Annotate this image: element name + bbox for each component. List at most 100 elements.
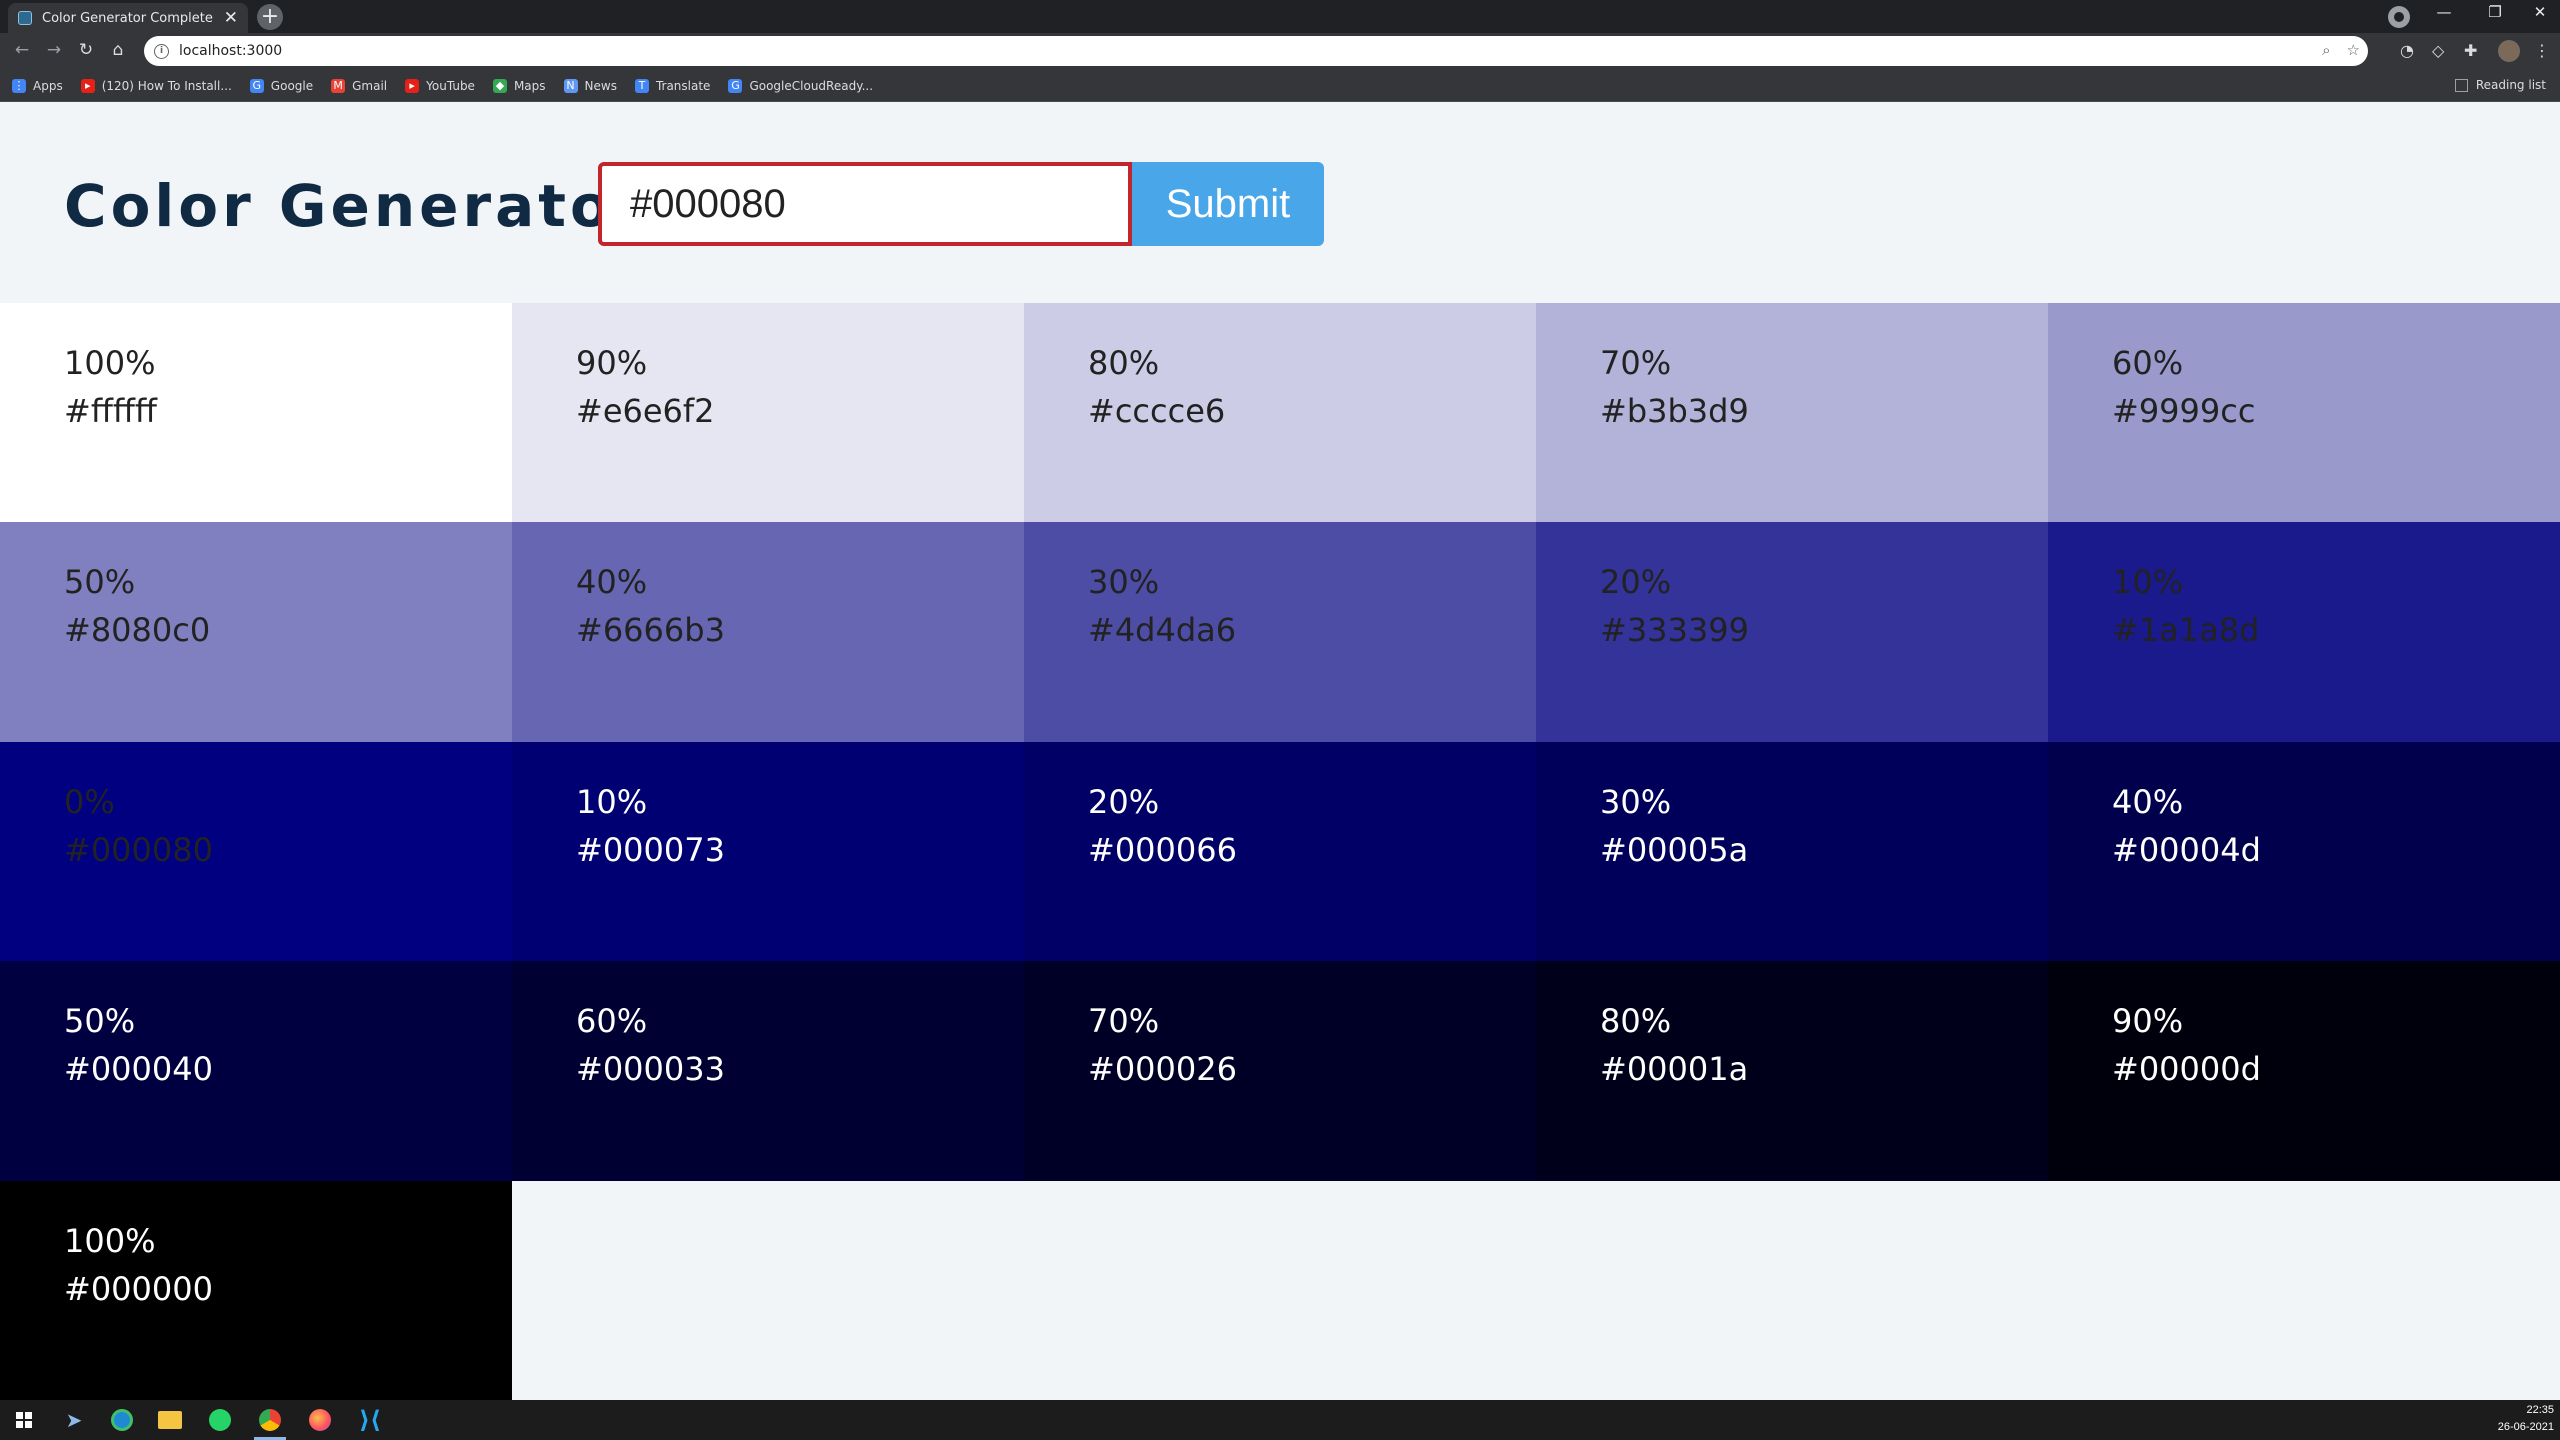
news-icon: N — [563, 78, 578, 93]
color-swatch[interactable]: 60% #9999cc — [2048, 303, 2560, 523]
swatch-percent: 40% — [2112, 782, 2184, 821]
swatch-percent: 20% — [1088, 782, 1160, 821]
new-tab-button[interactable]: + — [257, 4, 283, 30]
reading-list-button[interactable]: Reading list — [2454, 78, 2546, 92]
swatch-hex: #4d4da6 — [1088, 611, 1237, 650]
swatch-hex: #000073 — [576, 830, 725, 869]
swatch-percent: 0% — [64, 782, 115, 821]
bookmark-translate[interactable]: T Translate — [634, 78, 710, 93]
site-info-icon[interactable]: i — [154, 43, 169, 59]
swatch-hex: #000080 — [64, 830, 213, 869]
extension-icon[interactable]: ◔ — [2400, 41, 2414, 60]
swatch-percent: 50% — [64, 563, 136, 602]
swatch-hex: #000033 — [576, 1050, 725, 1089]
shield-icon[interactable]: ◇ — [2432, 41, 2444, 60]
bookmark-googlecloudready[interactable]: G GoogleCloudReady... — [728, 78, 873, 93]
clock-time: 22:35 — [2526, 1404, 2554, 1416]
restore-button[interactable]: ❐ — [2475, 3, 2515, 21]
bookmark-youtube[interactable]: ▸ YouTube — [405, 78, 475, 93]
swatch-percent: 10% — [576, 782, 648, 821]
home-icon[interactable]: ⌂ — [106, 40, 130, 60]
system-clock[interactable]: 22:35 26-06-2021 — [2498, 1402, 2554, 1436]
color-swatch[interactable]: 80% #cccce6 — [1024, 303, 1536, 523]
bookmarks-bar: ⋮ Apps ▸ (120) How To Install... G Googl… — [0, 70, 2560, 102]
url-text: localhost:3000 — [179, 43, 283, 59]
page-title: Color Generator — [64, 172, 647, 240]
file-explorer-icon[interactable] — [146, 1400, 194, 1440]
whatsapp-icon[interactable] — [196, 1400, 244, 1440]
color-input[interactable] — [598, 162, 1132, 246]
color-swatch[interactable]: 30% #00005a — [1536, 741, 2048, 962]
color-swatch[interactable]: 40% #00004d — [2048, 741, 2560, 962]
bookmark-news[interactable]: N News — [563, 78, 617, 93]
swatch-hex: #000026 — [1088, 1050, 1237, 1089]
swatch-hex: #000040 — [64, 1050, 213, 1089]
color-swatch[interactable]: 10% #1a1a8d — [2048, 522, 2560, 742]
forward-icon[interactable]: → — [42, 40, 66, 60]
color-swatch[interactable]: 60% #000033 — [512, 961, 1024, 1181]
address-bar[interactable]: i localhost:3000 ⌕ ☆ — [144, 36, 2368, 66]
color-swatch[interactable]: 70% #000026 — [1024, 961, 1536, 1181]
color-swatch[interactable]: 70% #b3b3d9 — [1536, 303, 2048, 523]
color-swatch[interactable]: 80% #00001a — [1536, 961, 2048, 1181]
google-icon: G — [249, 78, 264, 93]
swatch-hex: #e6e6f2 — [576, 392, 715, 430]
swatch-hex: #cccce6 — [1088, 392, 1226, 430]
swatch-percent: 20% — [1600, 563, 1672, 602]
color-swatch[interactable]: 100% #ffffff — [0, 303, 512, 523]
minimize-button[interactable]: — — [2424, 3, 2464, 21]
chrome-profile-icon[interactable] — [2388, 6, 2410, 28]
apps-grid-icon: ⋮ — [12, 78, 26, 93]
color-swatch[interactable]: 90% #e6e6f2 — [512, 303, 1024, 523]
gmail-icon: M — [331, 78, 346, 93]
color-swatch[interactable]: 50% #8080c0 — [0, 522, 512, 742]
close-window-button[interactable]: ✕ — [2520, 3, 2560, 21]
puzzle-extensions-icon[interactable]: ✚ — [2464, 41, 2477, 60]
swatch-hex: #000066 — [1088, 830, 1237, 869]
color-swatch[interactable]: 20% #333399 — [1536, 522, 2048, 742]
color-swatch[interactable]: 90% #00000d — [2048, 961, 2560, 1181]
chrome-icon[interactable] — [246, 1400, 294, 1440]
swatch-percent: 100% — [64, 344, 156, 382]
tab-favicon-icon — [18, 11, 32, 25]
bookmark-apps[interactable]: ⋮ Apps — [12, 78, 63, 93]
tab-title: Color Generator Complete — [42, 10, 213, 26]
maps-icon: ◆ — [492, 78, 507, 93]
edge-icon[interactable] — [98, 1400, 146, 1440]
swatch-hex: #333399 — [1600, 611, 1749, 650]
submit-button[interactable]: Submit — [1132, 162, 1324, 246]
color-swatch[interactable]: 0% #000080 — [0, 741, 512, 962]
back-icon[interactable]: ← — [10, 40, 34, 60]
firefox-icon[interactable] — [296, 1400, 344, 1440]
color-swatch[interactable]: 20% #000066 — [1024, 741, 1536, 962]
swatch-percent: 70% — [1088, 1002, 1160, 1041]
vscode-icon[interactable]: ⟩⟨ — [346, 1400, 394, 1440]
bookmark-google[interactable]: G Google — [249, 78, 313, 93]
bookmark-star-icon[interactable]: ☆ — [2347, 41, 2360, 59]
swatch-hex: #00005a — [1600, 830, 1749, 869]
color-swatch[interactable]: 100% #000000 — [0, 1180, 512, 1400]
reload-icon[interactable]: ↻ — [74, 40, 98, 60]
google-icon: G — [728, 78, 743, 93]
swatch-hex: #6666b3 — [576, 611, 725, 650]
windows-start-icon[interactable] — [0, 1400, 48, 1440]
browser-tab-bar: Color Generator Complete ✕ + — ❐ ✕ — [0, 0, 2560, 33]
swatch-hex: #1a1a8d — [2112, 611, 2260, 650]
reading-list-icon — [2454, 78, 2468, 92]
tab-close-icon[interactable]: ✕ — [224, 9, 238, 27]
zoom-icon[interactable]: ⌕ — [2322, 41, 2330, 59]
color-swatch[interactable]: 50% #000040 — [0, 961, 512, 1181]
cortana-icon[interactable]: ➤ — [50, 1400, 98, 1440]
menu-kebab-icon[interactable]: ⋮ — [2534, 41, 2550, 60]
profile-avatar[interactable] — [2498, 40, 2520, 62]
color-swatch[interactable]: 10% #000073 — [512, 741, 1024, 962]
browser-tab[interactable]: Color Generator Complete ✕ — [8, 3, 248, 33]
youtube-icon: ▸ — [80, 78, 95, 93]
swatch-hex: #b3b3d9 — [1600, 392, 1749, 430]
bookmark-how-to-install[interactable]: ▸ (120) How To Install... — [80, 78, 232, 93]
color-swatch[interactable]: 30% #4d4da6 — [1024, 522, 1536, 742]
color-swatch[interactable]: 40% #6666b3 — [512, 522, 1024, 742]
bookmark-maps[interactable]: ◆ Maps — [492, 78, 546, 93]
bookmark-gmail[interactable]: M Gmail — [331, 78, 387, 93]
page-content: Color Generator Submit 100% #ffffff 90% #e6… — [0, 102, 2560, 1400]
